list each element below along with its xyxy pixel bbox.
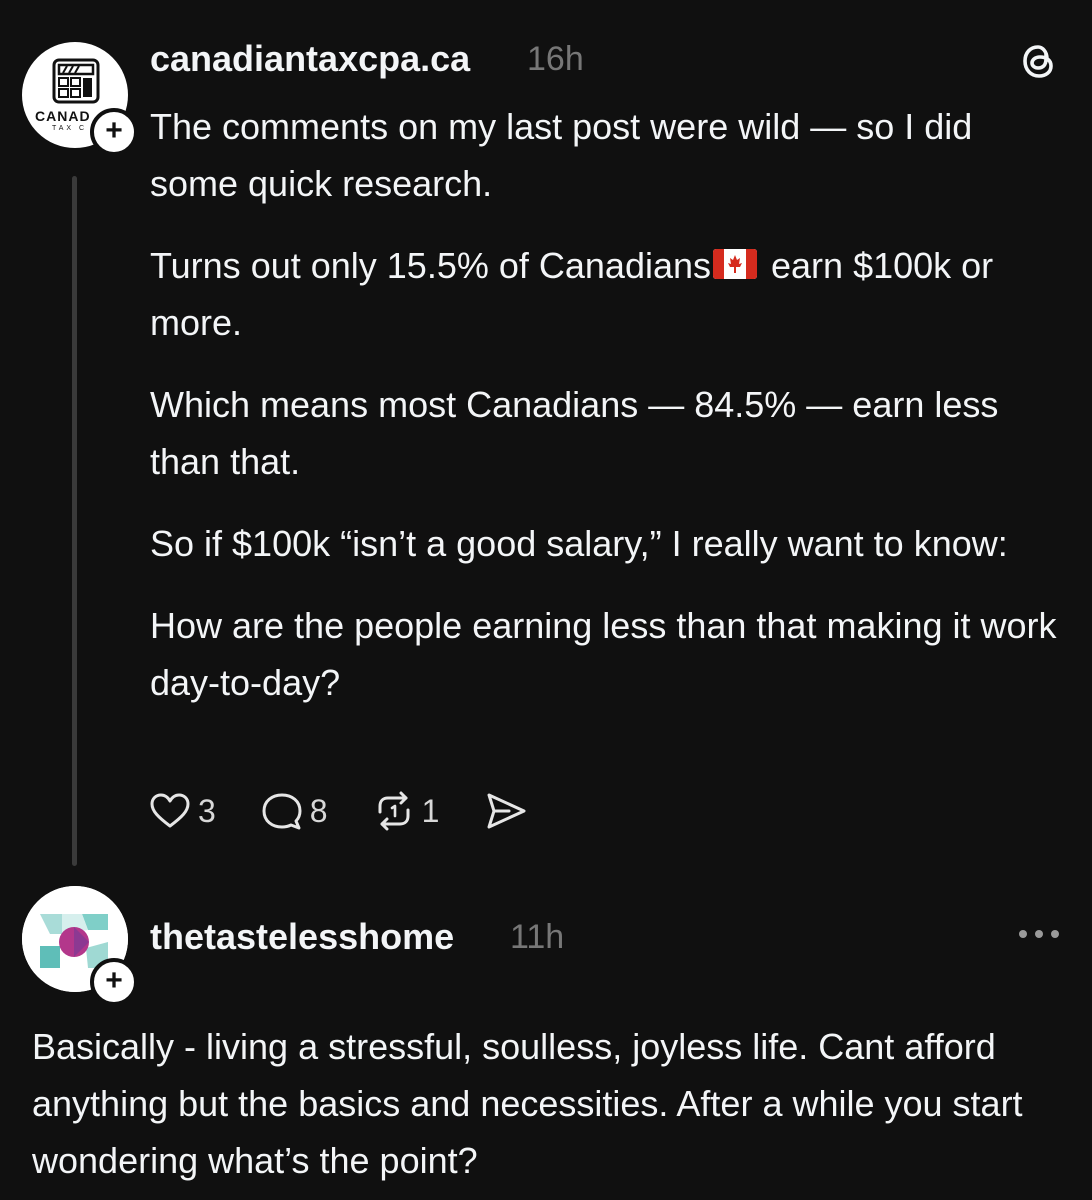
- post-paragraph-3: Which means most Canadians — 84.5% — ear…: [150, 384, 999, 482]
- post-paragraph-2: Turns out only 15.5% of Canadians earn $…: [150, 237, 1060, 351]
- send-icon: [487, 793, 526, 829]
- reply-username[interactable]: thetastelesshome: [150, 916, 454, 958]
- repost-button[interactable]: 1: [372, 790, 440, 832]
- post-paragraph-1: The comments on my last post were wild —…: [150, 106, 973, 204]
- reply-body: Basically - living a stressful, soulless…: [32, 1026, 1023, 1181]
- post-actions-bar: 3 8 1: [148, 786, 573, 836]
- post-paragraph-5: How are the people earning less than tha…: [150, 605, 1057, 703]
- thread-connector-line: [72, 176, 77, 866]
- post-paragraph-2-start: Turns out only 15.5% of Canadians: [150, 245, 712, 286]
- calculator-logo-icon: [52, 58, 100, 104]
- post-body: The comments on my last post were wild —…: [150, 98, 1060, 736]
- post-paragraph-4: So if $100k “isn’t a good salary,” I rea…: [150, 523, 1008, 564]
- comment-bubble-icon: [262, 793, 302, 830]
- post-username[interactable]: canadiantaxcpa.ca: [150, 38, 470, 80]
- comment-count: 8: [309, 792, 328, 829]
- like-count: 3: [198, 792, 216, 829]
- more-dots-icon[interactable]: [1016, 926, 1062, 942]
- share-button[interactable]: [483, 790, 529, 832]
- canada-flag-icon: [713, 249, 758, 280]
- avatar-brand-subtext: TAX C: [52, 125, 88, 132]
- avatar-brand-text: CANAD: [35, 108, 91, 124]
- follow-plus-icon-reply[interactable]: +: [90, 958, 138, 1006]
- post-timestamp: 16h: [527, 40, 584, 78]
- like-button[interactable]: 3: [148, 791, 216, 831]
- heart-icon: [150, 793, 190, 828]
- repost-count: 1: [421, 792, 440, 829]
- comment-button[interactable]: 8: [260, 790, 328, 832]
- repost-icon: [378, 791, 410, 831]
- follow-plus-icon[interactable]: +: [90, 108, 138, 156]
- threads-logo-icon[interactable]: [1018, 40, 1060, 82]
- reply-timestamp: 11h: [510, 918, 565, 956]
